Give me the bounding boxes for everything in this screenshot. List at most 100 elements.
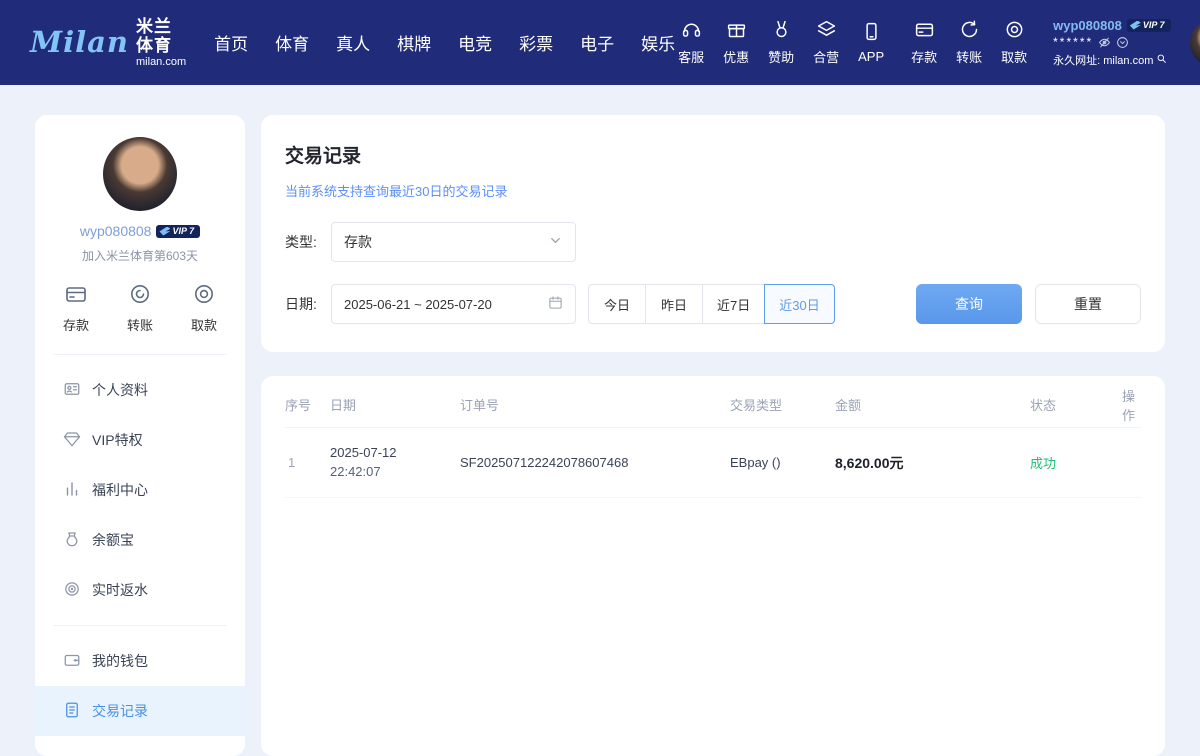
coin-icon xyxy=(192,282,216,309)
calendar-icon xyxy=(548,295,563,313)
date-range-presets: 今日 昨日 近7日 近30日 xyxy=(588,284,835,324)
wallet-icon xyxy=(63,651,81,672)
sidebar-item-transactions[interactable]: 交易记录 xyxy=(35,686,245,736)
masked-balance: ****** xyxy=(1053,38,1093,46)
username-text: wyp080808 xyxy=(1053,18,1122,33)
medal-icon xyxy=(771,19,792,43)
menu-label: 福利中心 xyxy=(92,480,148,500)
sidebar-menu: 个人资料 VIP特权 福利中心 余额宝 实时返水 xyxy=(35,359,245,621)
qa-label: 优惠 xyxy=(723,47,749,66)
document-icon xyxy=(63,701,81,722)
sidebar-username: wyp080808 xyxy=(80,223,152,239)
col-amount: 金额 xyxy=(835,395,1030,414)
qa-customer-service[interactable]: 客服 xyxy=(675,19,707,66)
row-time: 22:42:07 xyxy=(330,464,381,479)
logo-text: 米兰体育 milan.com xyxy=(136,17,186,69)
sidebar-item-vip[interactable]: VIP特权 xyxy=(35,415,245,465)
range-yesterday-button[interactable]: 昨日 xyxy=(645,284,703,324)
qa-promotions[interactable]: 优惠 xyxy=(720,19,752,66)
phone-icon xyxy=(861,21,882,45)
menu-label: 余额宝 xyxy=(92,530,134,550)
site-url-text: 永久网址: milan.com xyxy=(1053,52,1153,68)
eye-off-icon[interactable] xyxy=(1098,36,1111,49)
qa-partnership[interactable]: 合营 xyxy=(810,19,842,66)
reset-button[interactable]: 重置 xyxy=(1035,284,1141,324)
filter-card: 交易记录 当前系统支持查询最近30日的交易记录 类型: 存款 日期: 2025-… xyxy=(261,115,1165,352)
page-subtitle: 当前系统支持查询最近30日的交易记录 xyxy=(285,181,1141,200)
col-order-no: 订单号 xyxy=(460,395,730,414)
user-avatar[interactable] xyxy=(1190,20,1200,66)
nav-link-esports[interactable]: 电竞 xyxy=(458,30,492,55)
logo-script-text: Milan xyxy=(30,25,129,59)
nav-link-live[interactable]: 真人 xyxy=(336,30,370,55)
sidebar-quick-transfer[interactable]: 转账 xyxy=(127,282,153,334)
qa-label: 合营 xyxy=(813,47,839,66)
range-today-button[interactable]: 今日 xyxy=(588,284,646,324)
search-button[interactable]: 查询 xyxy=(916,284,1022,324)
qa-app[interactable]: APP xyxy=(855,21,887,64)
range-7d-button[interactable]: 近7日 xyxy=(702,284,765,324)
nav-link-chess[interactable]: 棋牌 xyxy=(397,30,431,55)
qa-deposit[interactable]: 存款 xyxy=(908,19,940,66)
quick-link-label: 取款 xyxy=(191,315,217,334)
sidebar-quick-deposit[interactable]: 存款 xyxy=(63,282,89,334)
range-30d-button[interactable]: 近30日 xyxy=(764,284,834,324)
date-range-input[interactable]: 2025-06-21 ~ 2025-07-20 xyxy=(331,284,576,324)
col-index: 序号 xyxy=(285,395,330,414)
type-label: 类型: xyxy=(285,232,331,252)
sidebar-item-yuebao[interactable]: 余额宝 xyxy=(35,515,245,565)
magnifier-icon[interactable] xyxy=(1156,53,1167,67)
nav-link-slots[interactable]: 电子 xyxy=(580,30,614,55)
col-status: 状态 xyxy=(1030,395,1110,414)
sidebar-item-welfare[interactable]: 福利中心 xyxy=(35,465,245,515)
main-nav: 首页 体育 真人 棋牌 电竞 彩票 电子 娱乐 xyxy=(214,30,675,55)
row-datetime: 2025-07-12 22:42:07 xyxy=(330,444,460,482)
bars-icon xyxy=(63,480,81,501)
sidebar-item-wallet[interactable]: 我的钱包 xyxy=(35,636,245,686)
menu-label: VIP特权 xyxy=(92,430,143,450)
nav-link-lottery[interactable]: 彩票 xyxy=(519,30,553,55)
qa-transfer[interactable]: 转账 xyxy=(953,19,985,66)
sidebar-divider xyxy=(53,625,227,626)
col-type: 交易类型 xyxy=(730,395,835,414)
menu-label: 个人资料 xyxy=(92,380,148,400)
logo-domain-text: milan.com xyxy=(136,56,186,69)
chevron-down-icon xyxy=(548,233,563,251)
table-header-row: 序号 日期 订单号 交易类型 金额 状态 操作 xyxy=(285,382,1141,428)
coin-icon xyxy=(1004,19,1025,43)
type-select[interactable]: 存款 xyxy=(331,222,576,262)
chevron-circle-icon[interactable] xyxy=(1116,36,1129,49)
nav-link-sports[interactable]: 体育 xyxy=(275,30,309,55)
sidebar-quick-withdraw[interactable]: 取款 xyxy=(191,282,217,334)
row-index: 1 xyxy=(285,455,330,470)
menu-label: 实时返水 xyxy=(92,580,148,600)
qa-label: 客服 xyxy=(678,47,704,66)
qa-withdraw[interactable]: 取款 xyxy=(998,19,1030,66)
row-date: 2025-07-12 xyxy=(330,445,397,460)
sidebar-item-profile[interactable]: 个人资料 xyxy=(35,365,245,415)
sidebar-avatar[interactable] xyxy=(103,137,177,211)
navbar-right: 客服 优惠 赞助 合营 APP 存款 xyxy=(675,18,1200,68)
table-row: 1 2025-07-12 22:42:07 SF2025071222420786… xyxy=(285,428,1141,498)
gift-icon xyxy=(726,19,747,43)
sidebar-item-rebate[interactable]: 实时返水 xyxy=(35,565,245,615)
site-logo[interactable]: Milan 米兰体育 milan.com xyxy=(30,17,186,69)
qa-label: APP xyxy=(858,49,884,64)
col-date: 日期 xyxy=(330,395,460,414)
sidebar-quick-links: 存款 转账 取款 xyxy=(35,264,245,350)
qa-label: 取款 xyxy=(1001,47,1027,66)
type-select-value: 存款 xyxy=(344,232,372,252)
target-icon xyxy=(63,580,81,601)
quick-link-label: 转账 xyxy=(127,315,153,334)
nav-link-home[interactable]: 首页 xyxy=(214,30,248,55)
vip-wing-icon xyxy=(159,227,170,236)
qa-label: 赞助 xyxy=(768,47,794,66)
qa-label: 存款 xyxy=(911,47,937,66)
row-status-badge: 成功 xyxy=(1030,453,1110,472)
nav-link-entertainment[interactable]: 娱乐 xyxy=(641,30,675,55)
page-title: 交易记录 xyxy=(285,141,1141,168)
top-navbar: Milan 米兰体育 milan.com 首页 体育 真人 棋牌 电竞 彩票 电… xyxy=(0,0,1200,85)
qa-sponsor[interactable]: 赞助 xyxy=(765,19,797,66)
filter-actions: 查询 重置 xyxy=(916,284,1141,324)
transfer-icon xyxy=(959,19,980,43)
